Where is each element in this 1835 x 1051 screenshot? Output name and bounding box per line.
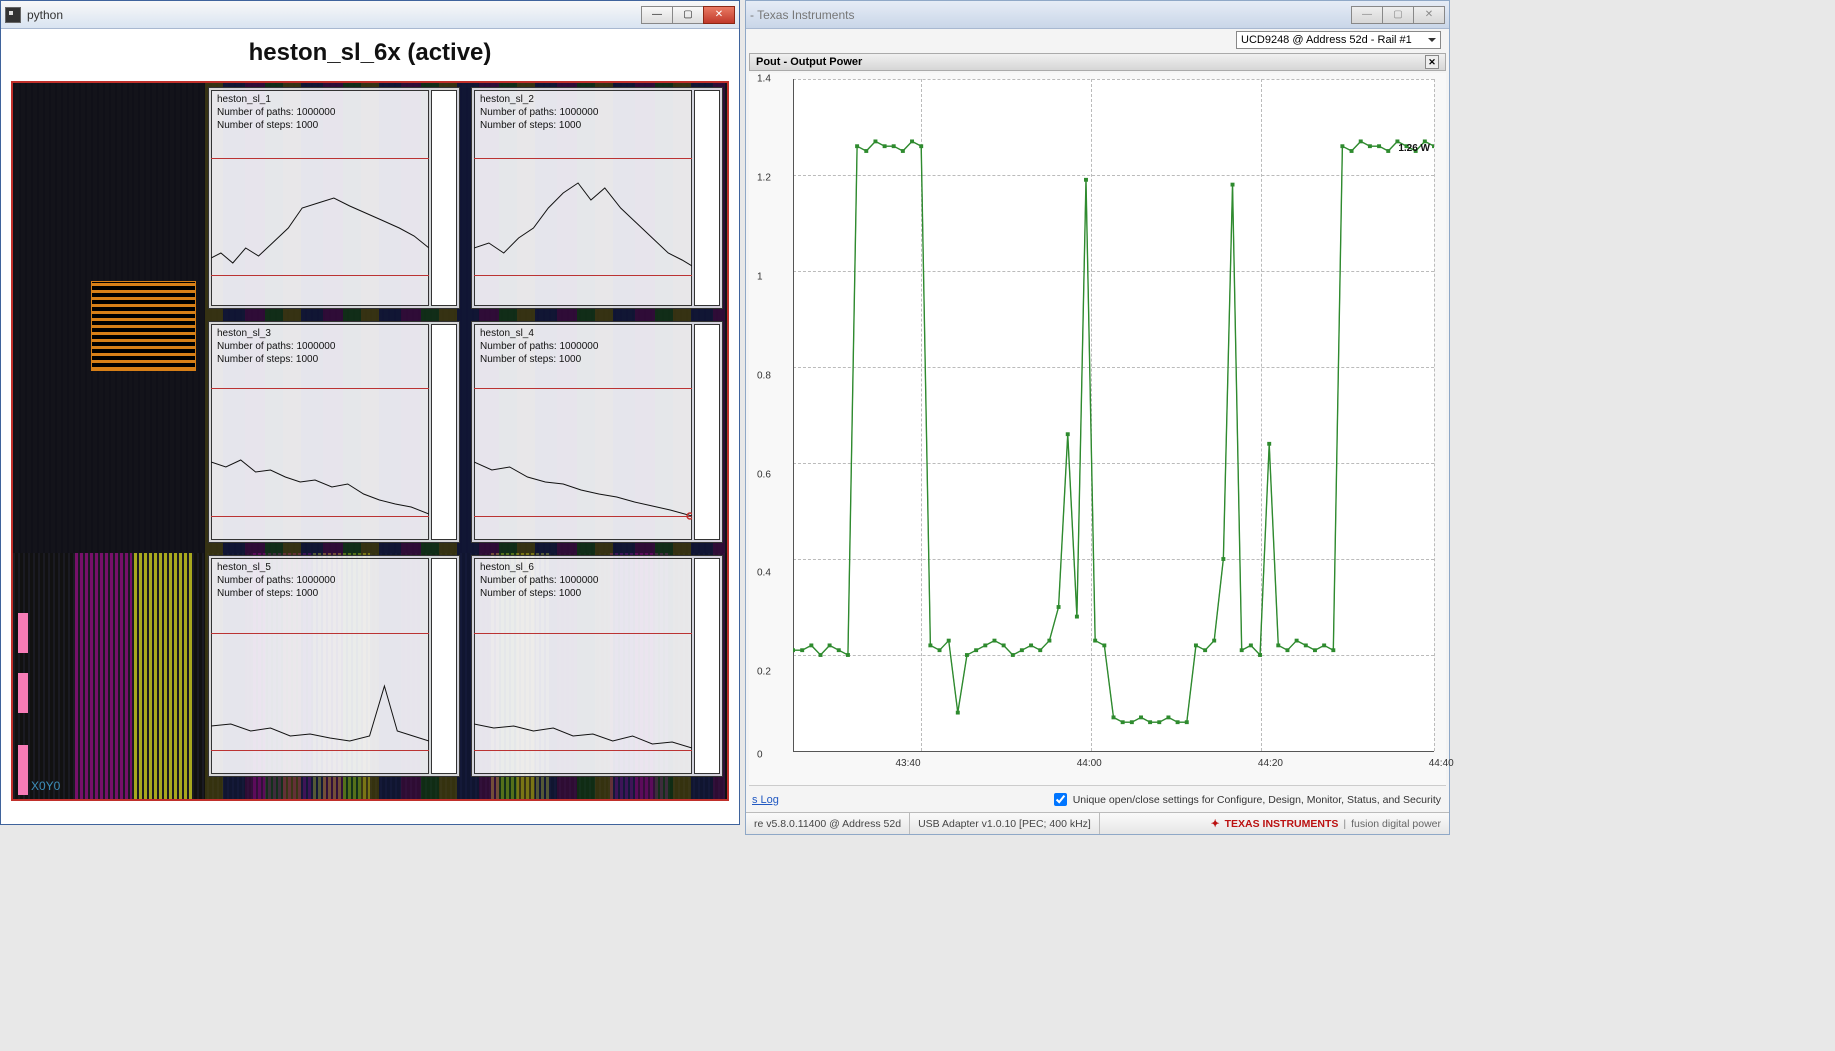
y-tick: 0.2 xyxy=(757,667,771,678)
brand-name: TEXAS INSTRUMENTS xyxy=(1225,818,1339,830)
status-bar: re v5.8.0.11400 @ Address 52d USB Adapte… xyxy=(746,812,1449,834)
plot-colorbar xyxy=(431,90,457,306)
maximize-button[interactable]: ▢ xyxy=(1382,6,1414,24)
python-titlebar[interactable]: python — ▢ ✕ xyxy=(1,1,739,29)
plot-heston-sl-3[interactable]: heston_sl_3 Number of paths: 1000000 Num… xyxy=(208,321,460,543)
y-tick: 0 xyxy=(757,750,763,761)
panel-close-icon[interactable]: ✕ xyxy=(1425,55,1439,69)
page-title: heston_sl_6x (active) xyxy=(1,29,739,75)
pout-chart[interactable]: 1.4 1.2 1 0.8 0.6 0.4 0.2 0 43:40 xyxy=(749,73,1446,786)
brand-tagline: fusion digital power xyxy=(1351,818,1441,830)
current-value-label: 1.26 W xyxy=(1398,143,1430,154)
marker xyxy=(18,673,28,713)
app-icon xyxy=(5,7,21,23)
plot-steps: Number of steps: 1000 xyxy=(217,119,335,132)
window-title: - Texas Instruments xyxy=(750,8,854,22)
python-window: python — ▢ ✕ heston_sl_6x (active) X0Y0 xyxy=(0,0,740,825)
x-tick: 44:40 xyxy=(1429,758,1454,769)
y-tick: 1 xyxy=(757,271,763,282)
plot-heston-sl-4[interactable]: heston_sl_4 Number of paths: 1000000 Num… xyxy=(471,321,723,543)
y-tick: 1.2 xyxy=(757,172,771,183)
plot-info: heston_sl_1 Number of paths: 1000000 Num… xyxy=(217,93,335,132)
checkbox-label: Unique open/close settings for Configure… xyxy=(1073,794,1441,806)
log-link[interactable]: s Log xyxy=(752,794,779,806)
pout-series-line xyxy=(793,79,1434,751)
window-title: python xyxy=(27,8,63,22)
x-tick: 43:40 xyxy=(895,758,920,769)
y-tick: 0.4 xyxy=(757,568,771,579)
x-tick: 44:20 xyxy=(1258,758,1283,769)
plot-heston-sl-1[interactable]: heston_sl_1 Number of paths: 1000000 Num… xyxy=(208,87,460,309)
y-tick: 1.4 xyxy=(757,74,771,85)
marker xyxy=(18,745,28,795)
rail-select[interactable]: UCD9248 @ Address 52d - Rail #1 xyxy=(1236,31,1441,49)
status-version: re v5.8.0.11400 @ Address 52d xyxy=(746,813,910,834)
y-tick: 0.8 xyxy=(757,370,771,381)
plot-paths: Number of paths: 1000000 xyxy=(217,106,335,119)
coord-label: X0Y0 xyxy=(31,779,60,793)
unique-settings-checkbox[interactable]: Unique open/close settings for Configure… xyxy=(1054,793,1441,806)
ti-logo-icon: ✦ xyxy=(1211,818,1220,830)
brand: ✦ TEXAS INSTRUMENTS | fusion digital pow… xyxy=(1203,818,1449,830)
minimize-button[interactable]: — xyxy=(641,6,673,24)
status-adapter: USB Adapter v1.0.10 [PEC; 400 kHz] xyxy=(910,813,1100,834)
close-button[interactable]: ✕ xyxy=(703,6,735,24)
unique-settings-input[interactable] xyxy=(1054,793,1067,806)
maximize-button[interactable]: ▢ xyxy=(672,6,704,24)
y-tick: 0.6 xyxy=(757,469,771,480)
minimize-button[interactable]: — xyxy=(1351,6,1383,24)
ti-titlebar[interactable]: - Texas Instruments — ▢ ✕ xyxy=(746,1,1449,29)
marker xyxy=(18,613,28,653)
panel-title: Pout - Output Power xyxy=(756,56,862,68)
panel-header[interactable]: Pout - Output Power ✕ xyxy=(749,53,1446,71)
rail-select-value: UCD9248 @ Address 52d - Rail #1 xyxy=(1241,34,1412,46)
close-button[interactable]: ✕ xyxy=(1413,6,1445,24)
plot-heston-sl-5[interactable]: heston_sl_5 Number of paths: 1000000 Num… xyxy=(208,555,460,777)
pblock-selection[interactable] xyxy=(91,281,196,371)
plot-heston-sl-6[interactable]: heston_sl_6 Number of paths: 1000000 Num… xyxy=(471,555,723,777)
ti-fusion-window: - Texas Instruments — ▢ ✕ UCD9248 @ Addr… xyxy=(745,0,1450,835)
chart-plot-area xyxy=(793,79,1434,751)
fpga-floorplan[interactable]: X0Y0 heston_sl_1 Number of paths: 100000… xyxy=(11,81,729,801)
plot-name: heston_sl_1 xyxy=(217,93,335,106)
x-tick: 44:00 xyxy=(1077,758,1102,769)
plot-heston-sl-2[interactable]: heston_sl_2 Number of paths: 1000000 Num… xyxy=(471,87,723,309)
